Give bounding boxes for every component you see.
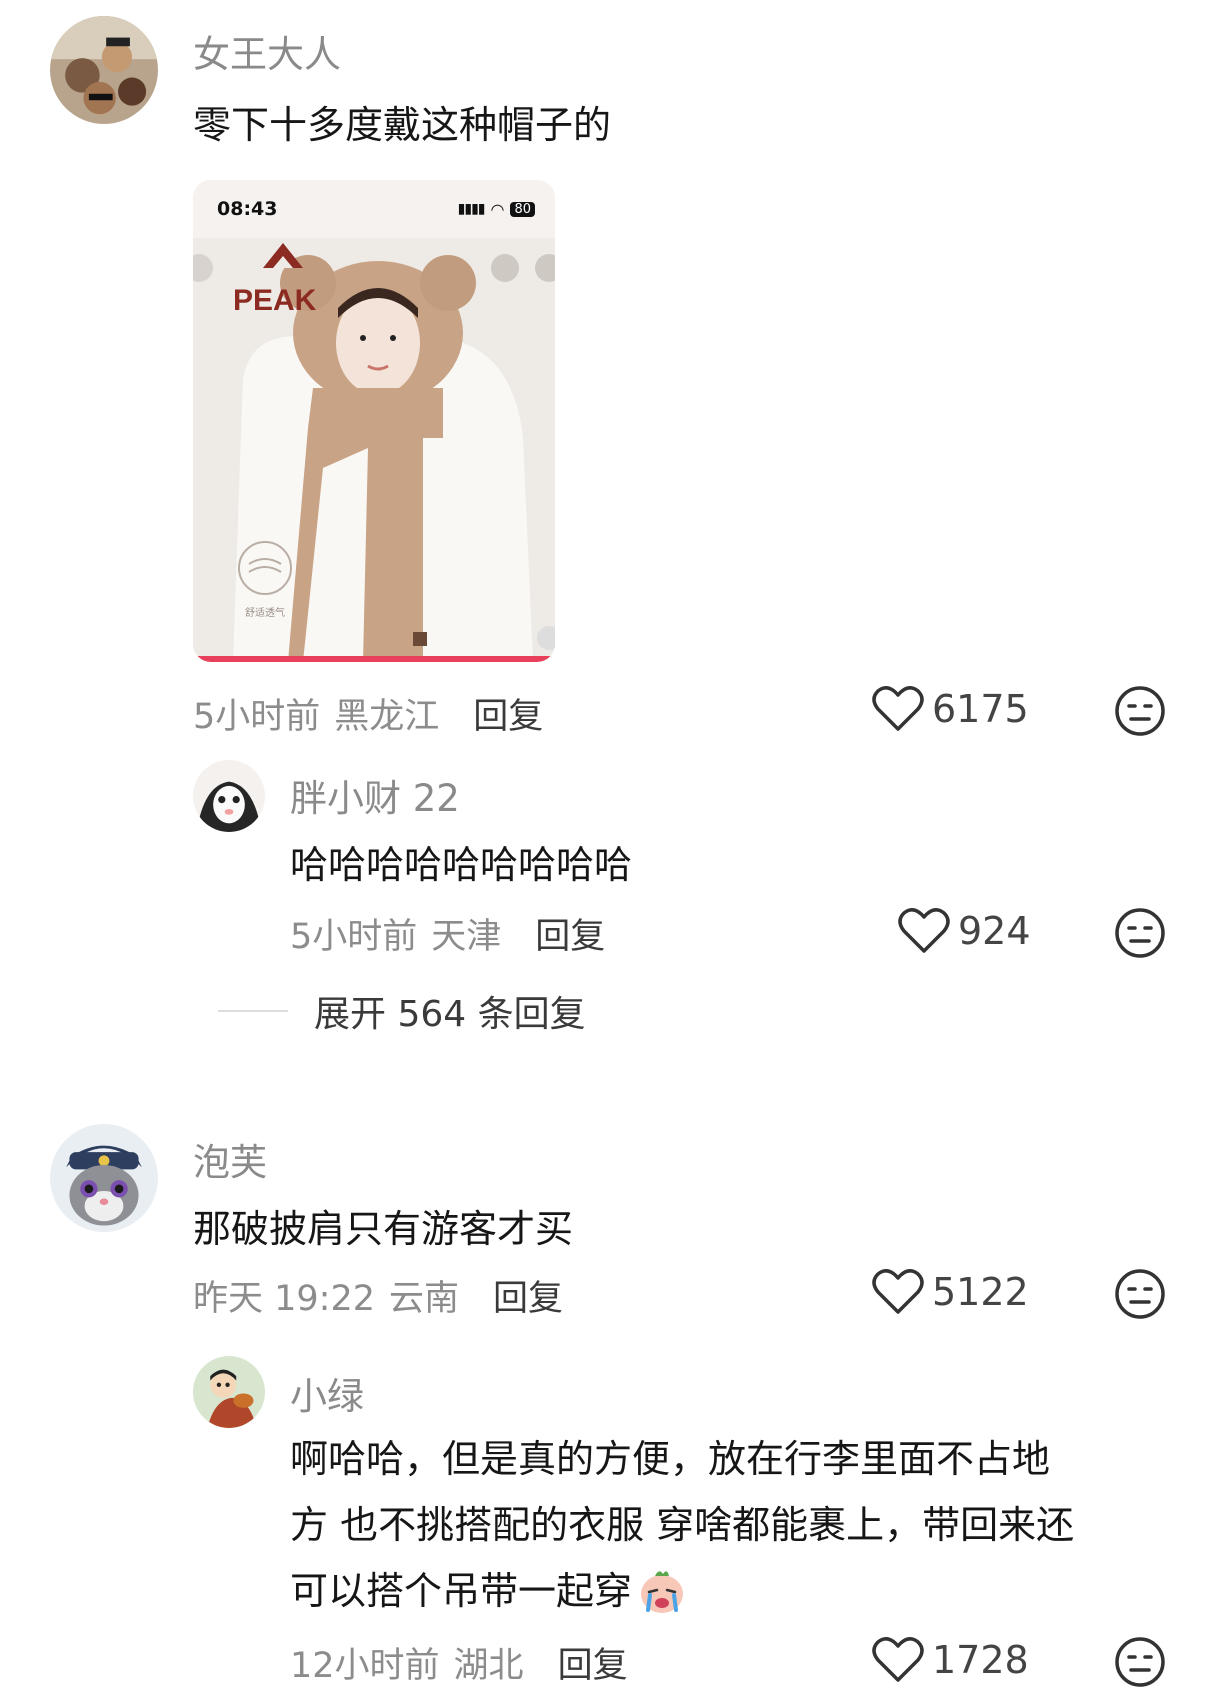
like-button[interactable]: 5122 (872, 1268, 1029, 1316)
expand-replies-button[interactable]: 展开 564 条回复 (218, 985, 586, 1037)
reply-button[interactable]: 回复 (535, 908, 605, 959)
like-button[interactable]: 1728 (872, 1636, 1029, 1684)
heart-outline-icon (872, 1637, 924, 1682)
reply-text-line: 啊哈哈，但是真的方便，放在行李里面不占地 (290, 1437, 1051, 1481)
comment-location: 黑龙江 (334, 697, 440, 737)
status-time: 08:43 (217, 198, 278, 220)
reply-location: 天津 (431, 917, 502, 957)
reply-text: 哈哈哈哈哈哈哈哈哈 (290, 843, 633, 887)
like-button[interactable]: 6175 (872, 685, 1029, 733)
reply-time: 5小时前 (290, 917, 418, 957)
signal-icon: ▮▮▮▮ (457, 201, 486, 217)
neutral-face-icon[interactable] (1114, 907, 1166, 959)
image-progress-bar (193, 656, 555, 662)
like-count: 6175 (932, 687, 1029, 731)
comment-meta: 5小时前 黑龙江 回复 (193, 688, 543, 739)
divider (218, 1010, 288, 1012)
reply-button[interactable]: 回复 (558, 1637, 628, 1688)
comment-time: 昨天 19:22 (193, 1279, 375, 1319)
reply-meta: 5小时前 天津 回复 (290, 908, 605, 959)
status-icons: ▮▮▮▮ ◠ 80 (458, 200, 535, 219)
product-photo: PEAK 舒适透气 (193, 238, 555, 662)
reply-location: 湖北 (453, 1646, 524, 1686)
comment-text: 那破披肩只有游客才买 (193, 1207, 574, 1251)
comment-meta: 昨天 19:22 云南 回复 (193, 1270, 563, 1321)
badge-text: 舒适透气 (245, 606, 285, 619)
reply-text-line: 方 也不挑搭配的衣服 穿啥都能裹上，带回来还 (290, 1503, 1075, 1547)
wifi-icon: ◠ (490, 199, 505, 219)
reply-meta: 12小时前 湖北 回复 (290, 1637, 628, 1688)
like-count: 5122 (932, 1270, 1029, 1314)
comment-time: 5小时前 (193, 697, 321, 737)
reply-username[interactable]: 小绿 (290, 1366, 364, 1420)
avatar[interactable] (50, 16, 158, 124)
reply-time: 12小时前 (290, 1646, 440, 1686)
phone-status-bar: 08:43 ▮▮▮▮ ◠ 80 (193, 180, 555, 238)
neutral-face-icon[interactable] (1114, 1636, 1166, 1688)
reply-button[interactable]: 回复 (493, 1270, 563, 1321)
like-count: 924 (958, 909, 1031, 953)
comment-text: 零下十多度戴这种帽子的 (193, 103, 612, 147)
heart-outline-icon (872, 1269, 924, 1314)
avatar[interactable] (50, 1124, 158, 1232)
brand-logo-text: PEAK (233, 284, 317, 317)
comment-username[interactable]: 女王大人 (193, 24, 341, 78)
avatar[interactable] (193, 1356, 265, 1428)
neutral-face-icon[interactable] (1114, 685, 1166, 737)
like-count: 1728 (932, 1638, 1029, 1682)
heart-outline-icon (898, 908, 950, 953)
reply-text-line-last: 可以搭个吊带一起穿 (290, 1558, 1190, 1624)
like-button[interactable]: 924 (898, 907, 1031, 955)
heart-outline-icon (872, 686, 924, 731)
reply-username[interactable]: 胖小财 22 (290, 768, 460, 822)
reply-button[interactable]: 回复 (473, 688, 543, 739)
comment-location: 云南 (389, 1279, 460, 1319)
battery-icon: 80 (510, 201, 535, 217)
comment-username[interactable]: 泡芙 (193, 1132, 267, 1186)
comment-image[interactable]: 08:43 ▮▮▮▮ ◠ 80 PEAK 舒适透气 (193, 180, 555, 662)
crying-emoji-icon (641, 1571, 684, 1613)
avatar[interactable] (193, 760, 265, 832)
expand-replies-label: 展开 564 条回复 (314, 994, 586, 1035)
neutral-face-icon[interactable] (1114, 1268, 1166, 1320)
reply-text: 啊哈哈，但是真的方便，放在行李里面不占地 方 也不挑搭配的衣服 穿啥都能裹上，带… (290, 1426, 1190, 1624)
